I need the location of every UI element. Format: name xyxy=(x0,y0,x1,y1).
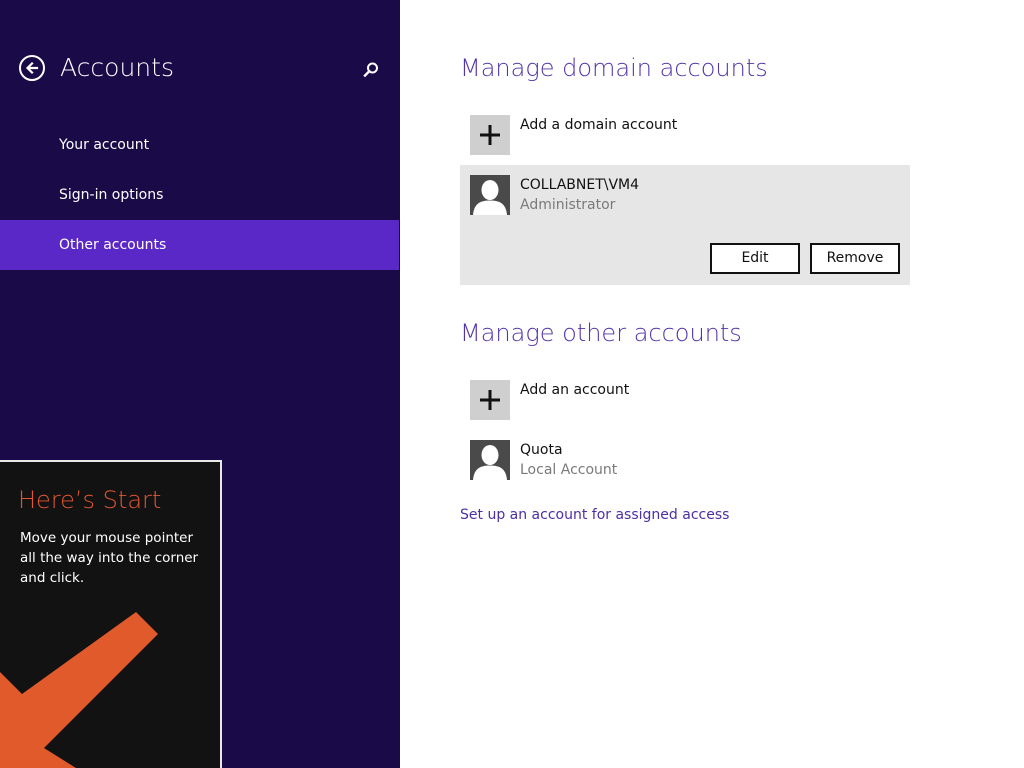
nav-item-label: Sign-in options xyxy=(59,187,164,203)
nav-item-sign-in-options[interactable]: Sign-in options xyxy=(0,170,399,220)
start-tip-panel: Here’s Start Move your mouse pointer all… xyxy=(0,460,222,768)
remove-button[interactable]: Remove xyxy=(810,243,900,274)
nav-item-your-account[interactable]: Your account xyxy=(0,120,399,170)
domain-account-entry: COLLABNET\VM4 Administrator xyxy=(470,175,770,215)
edit-button[interactable]: Edit xyxy=(710,243,800,274)
account-name: COLLABNET\VM4 xyxy=(520,177,640,193)
local-account-entry[interactable]: Quota Local Account xyxy=(470,440,770,480)
arrow-down-left-icon xyxy=(0,612,158,768)
account-role: Administrator xyxy=(520,197,616,213)
user-avatar-icon xyxy=(470,175,510,215)
search-icon[interactable] xyxy=(362,61,380,79)
page-title: Accounts xyxy=(60,53,174,82)
nav-item-label: Your account xyxy=(59,137,150,153)
back-arrow-icon[interactable] xyxy=(19,55,45,81)
domain-section-title: Manage domain accounts xyxy=(460,54,768,82)
plus-icon xyxy=(470,380,510,420)
add-domain-account-button[interactable]: Add a domain account xyxy=(470,115,770,155)
other-section-title: Manage other accounts xyxy=(460,319,742,347)
nav-item-other-accounts[interactable]: Other accounts xyxy=(0,220,399,270)
add-account-button[interactable]: Add an account xyxy=(470,380,770,420)
account-type: Local Account xyxy=(520,462,618,478)
user-avatar-icon xyxy=(470,440,510,480)
domain-account-card[interactable]: COLLABNET\VM4 Administrator Edit Remove xyxy=(460,165,910,285)
account-name: Quota xyxy=(520,442,563,458)
add-domain-account-label: Add a domain account xyxy=(520,117,678,133)
assigned-access-link[interactable]: Set up an account for assigned access xyxy=(460,507,729,523)
plus-icon xyxy=(470,115,510,155)
add-account-label: Add an account xyxy=(520,382,630,398)
nav-item-label: Other accounts xyxy=(59,237,167,253)
